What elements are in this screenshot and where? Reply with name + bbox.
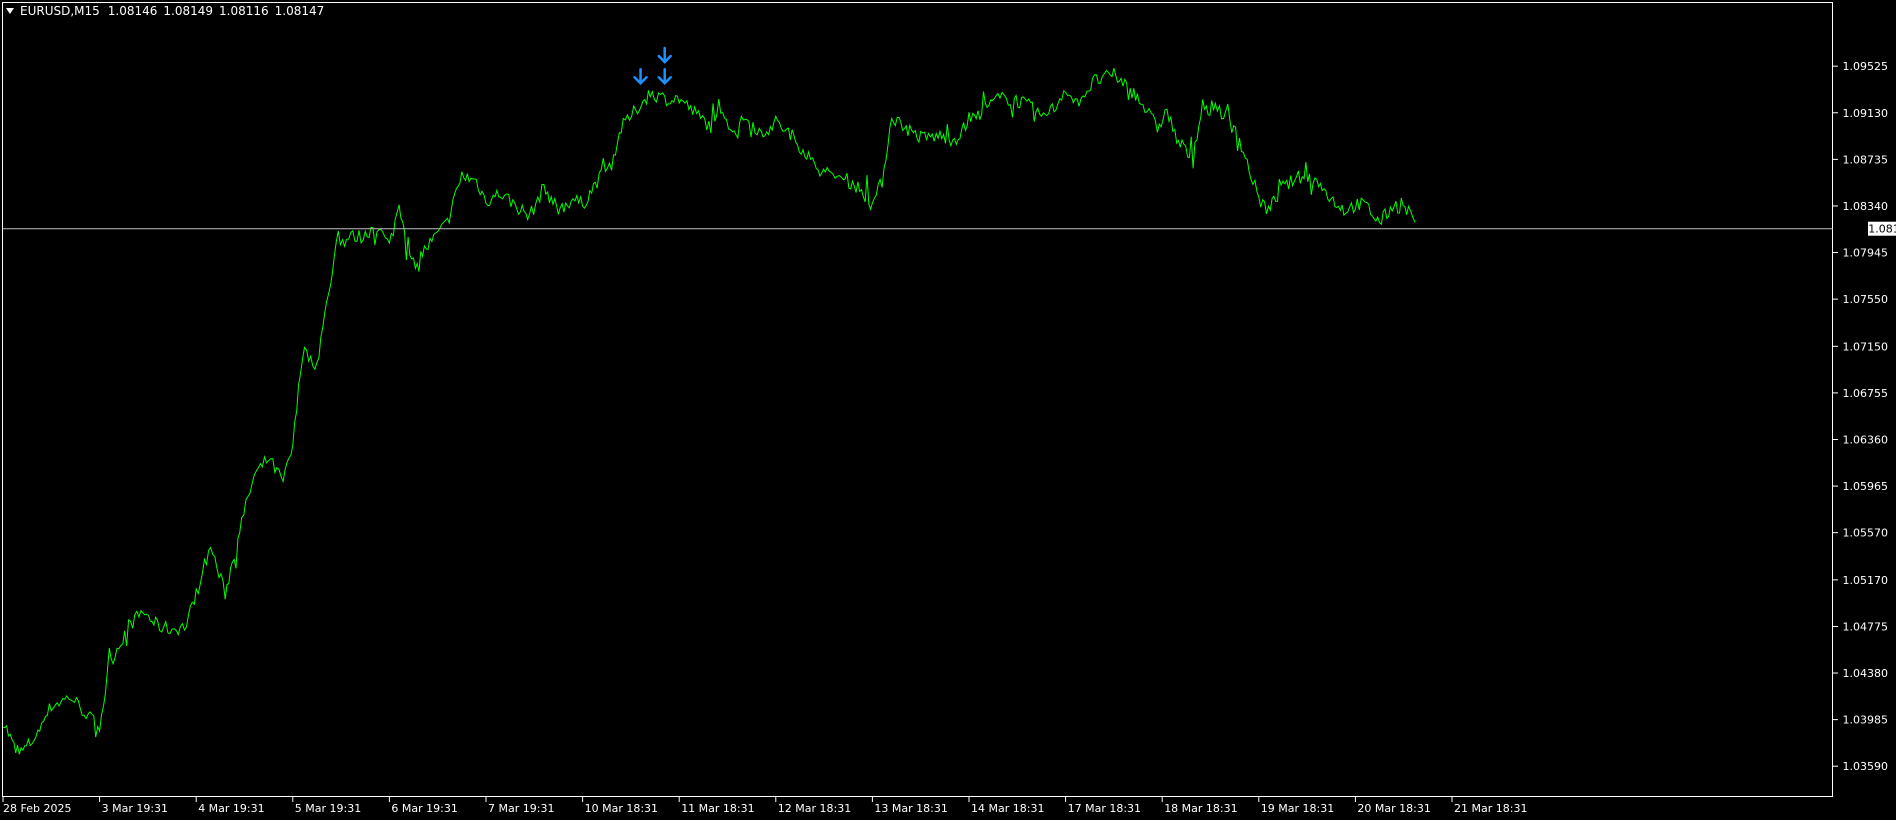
y-tick-label: 1.07550 (1843, 293, 1889, 306)
x-tick-label: 13 Mar 18:31 (874, 802, 947, 815)
chart-window[interactable]: 1.09525 1.09130 1.08735 1.08340 1.07945 1.075… (0, 0, 1896, 820)
current-price-label: 1.08147 (1868, 221, 1896, 236)
y-tick-label: 1.03985 (1843, 714, 1889, 727)
y-tick-label: 1.03590 (1843, 760, 1889, 773)
x-tick-label: 18 Mar 18:31 (1164, 802, 1237, 815)
x-tick-label: 20 Mar 18:31 (1357, 802, 1430, 815)
y-tick-label: 1.06360 (1843, 433, 1889, 446)
x-tick-label: 6 Mar 19:31 (391, 802, 457, 815)
time-axis: 28 Feb 2025 3 Mar 19:31 4 Mar 19:31 5 Mar 1… (2, 797, 1527, 815)
svg-text:1.08147: 1.08147 (1868, 223, 1896, 236)
x-tick-label: 12 Mar 18:31 (778, 802, 851, 815)
price-axis: 1.09525 1.09130 1.08735 1.08340 1.07945 1.075… (1833, 60, 1888, 773)
x-tick-label: 10 Mar 18:31 (585, 802, 658, 815)
y-tick-label: 1.07945 (1843, 247, 1889, 260)
x-tick-label: 21 Mar 18:31 (1454, 802, 1527, 815)
close-price: 1.08147 (274, 4, 325, 18)
y-tick-label: 1.08340 (1843, 200, 1889, 213)
y-tick-label: 1.05170 (1843, 574, 1889, 587)
y-tick-label: 1.04775 (1843, 620, 1889, 633)
x-tick-label: 5 Mar 19:31 (295, 802, 361, 815)
y-tick-label: 1.08735 (1843, 153, 1889, 166)
x-tick-label: 3 Mar 19:31 (102, 802, 168, 815)
x-tick-label: 7 Mar 19:31 (488, 802, 554, 815)
y-tick-label: 1.09525 (1843, 60, 1889, 73)
y-tick-label: 1.04380 (1843, 667, 1889, 680)
y-tick-label: 1.07150 (1843, 340, 1889, 353)
symbol-label: EURUSD,M15 (20, 4, 100, 18)
x-tick-label: 14 Mar 18:31 (971, 802, 1044, 815)
x-tick-label: 28 Feb 2025 (3, 802, 71, 815)
x-tick-label: 11 Mar 18:31 (681, 802, 754, 815)
y-tick-label: 1.06755 (1843, 387, 1889, 400)
y-tick-label: 1.05965 (1843, 480, 1889, 493)
high-price: 1.08149 (163, 4, 214, 18)
menu-triangle-icon[interactable] (6, 8, 14, 14)
y-tick-label: 1.05570 (1843, 527, 1889, 540)
low-price: 1.08116 (219, 4, 269, 18)
chart-header: EURUSD,M15 1.08146 1.08149 1.08116 1.081… (6, 3, 330, 19)
x-tick-label: 17 Mar 18:31 (1068, 802, 1141, 815)
price-chart[interactable]: 1.09525 1.09130 1.08735 1.08340 1.07945 1.075… (0, 0, 1896, 820)
open-price: 1.08146 (107, 4, 158, 18)
plot-frame (2, 2, 1833, 797)
y-tick-label: 1.09130 (1843, 107, 1889, 120)
x-tick-label: 19 Mar 18:31 (1261, 802, 1334, 815)
x-tick-label: 4 Mar 19:31 (198, 802, 264, 815)
